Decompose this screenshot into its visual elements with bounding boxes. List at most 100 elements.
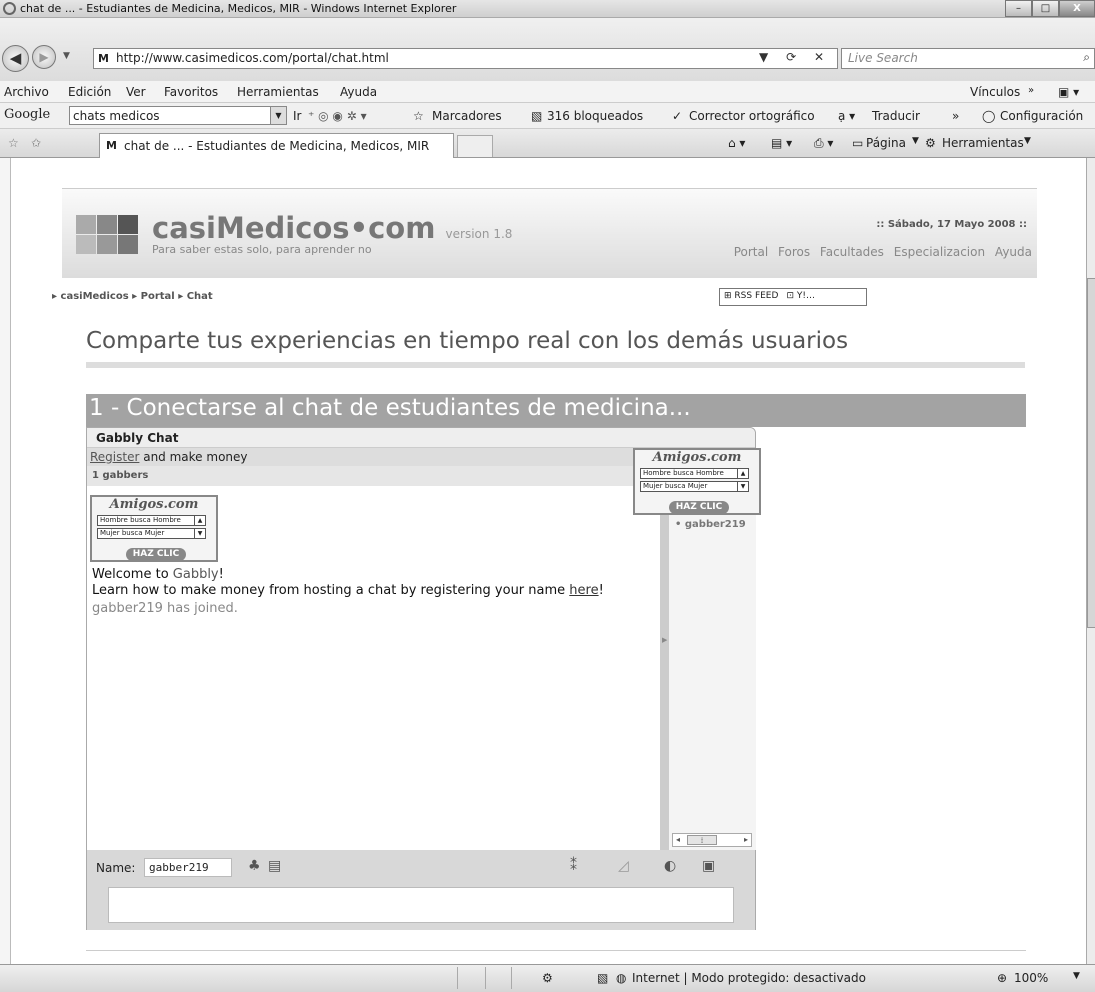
message-input[interactable] — [108, 887, 734, 923]
zoom-level[interactable]: 100% — [1014, 971, 1048, 985]
address-url: http://www.casimedicos.com/portal/chat.h… — [116, 51, 389, 65]
page-menu-dropdown-icon[interactable]: ▼ — [912, 136, 919, 146]
spellcheck-icon: ✓ — [672, 109, 683, 123]
panel-splitter[interactable]: ▶ — [660, 488, 669, 850]
splitter-arrow-icon[interactable]: ▶ — [662, 636, 667, 644]
print-icon[interactable]: ⎙ ▾ — [814, 136, 833, 151]
ad2-option-2[interactable]: Mujer busca Mujer ▼ — [640, 481, 749, 492]
amigos-ad-left[interactable]: Amigos.com Hombre busca Hombre ▲ Mujer bu… — [90, 495, 218, 562]
site-logo-icon[interactable] — [76, 215, 140, 255]
tools-gear-icon: ⚙ — [925, 136, 936, 150]
page-menu[interactable]: Página — [866, 136, 906, 150]
more-chevron-icon[interactable]: » — [952, 109, 959, 123]
scroll-left-icon[interactable]: ◂ — [676, 835, 680, 844]
status-sep — [457, 967, 458, 989]
address-field[interactable]: M http://www.casimedicos.com/portal/chat… — [93, 48, 838, 69]
spellcheck-button[interactable]: Corrector ortográfico — [689, 109, 815, 123]
security-zone[interactable]: Internet | Modo protegido: desactivado — [632, 971, 866, 985]
bookmarks-button[interactable]: Marcadores — [432, 109, 502, 123]
close-button[interactable]: X — [1059, 0, 1095, 17]
nav-ayuda[interactable]: Ayuda — [995, 245, 1032, 259]
google-query: chats medicos — [73, 109, 160, 123]
hscroll-thumb[interactable]: ⁞ — [687, 835, 717, 845]
settings-panel-icon[interactable]: ▤ — [268, 858, 281, 874]
live-search-input[interactable]: Live Search ⌕ — [841, 48, 1095, 69]
register-link[interactable]: Register — [90, 450, 139, 464]
nav-foros[interactable]: Foros — [778, 245, 810, 259]
google-query-dropdown-icon[interactable]: ▼ — [270, 107, 286, 124]
ie-icon — [3, 2, 16, 15]
history-dropdown-icon[interactable]: ▼ — [63, 51, 70, 61]
ad2-cta-button[interactable]: HAZ CLIC — [669, 501, 729, 514]
theme-toggle-icon[interactable]: ◐ — [664, 858, 676, 874]
links-chevron-icon[interactable]: » — [1028, 85, 1034, 96]
minimize-button[interactable]: – — [1005, 0, 1032, 17]
nav-portal[interactable]: Portal — [734, 245, 768, 259]
address-actions[interactable]: ▼ ⟳ ✕ — [759, 50, 831, 64]
rss-feed-badge[interactable]: ⊞ RSS FEED ⊡ Y!… — [719, 288, 867, 306]
scroll-right-icon[interactable]: ▸ — [744, 835, 748, 844]
breadcrumb-arrow-icon: ▸ — [52, 291, 61, 302]
zoom-icon: ⊕ — [997, 971, 1008, 985]
menu-favoritos[interactable]: Favoritos — [164, 85, 218, 99]
translate-button[interactable]: Traducir — [872, 109, 920, 123]
nav-especializacion[interactable]: Especializacion — [894, 245, 985, 259]
protected-mode-icon[interactable]: ▧ — [597, 971, 608, 985]
ad2-option-1[interactable]: Hombre busca Hombre ▲ — [640, 468, 749, 479]
amigos-ad-right[interactable]: Amigos.com Hombre busca Hombre ▲ Mujer bu… — [633, 448, 761, 515]
address-toolbar: ◀ ▶ ▼ M http://www.casimedicos.com/porta… — [0, 18, 1095, 81]
ad-cta-button[interactable]: HAZ CLIC — [126, 548, 186, 561]
security-icon[interactable]: ⚙ — [542, 971, 553, 985]
menu-herramientas[interactable]: Herramientas — [237, 85, 319, 99]
page-scroll-thumb[interactable] — [1087, 278, 1095, 628]
google-search-input[interactable]: chats medicos ▼ — [69, 106, 287, 125]
google-buttons-icons[interactable]: ⁺ ◎ ◉ ✲ ▾ — [308, 109, 367, 123]
name-input[interactable]: gabber219 — [144, 858, 232, 877]
site-favicon: M — [98, 52, 109, 65]
add-favorites-icon[interactable]: ✩ — [31, 136, 41, 150]
translate-icon[interactable]: ▣ ▾ — [1058, 85, 1079, 99]
nav-facultades[interactable]: Facultades — [820, 245, 884, 259]
yahoo-badge-icon[interactable]: ⊡ Y!… — [786, 291, 815, 301]
site-nav: Portal Foros Facultades Especializacion … — [728, 245, 1032, 259]
users-icon[interactable]: ♣ — [248, 858, 261, 874]
links-menu[interactable]: Vínculos — [970, 85, 1020, 99]
userlist-hscrollbar[interactable]: ◂ ⁞ ▸ — [672, 833, 752, 847]
menu-ver[interactable]: Ver — [126, 85, 146, 99]
forward-button[interactable]: ▶ — [32, 45, 56, 69]
search-icon[interactable]: ⌕ — [1083, 50, 1090, 65]
site-brand[interactable]: casiMedicos•com version 1.8 — [152, 211, 512, 245]
home-icon[interactable]: ⌂ ▾ — [728, 136, 745, 150]
ad-option-2[interactable]: Mujer busca Mujer ▼ — [97, 528, 206, 539]
settings-icon: ◯ — [982, 109, 996, 123]
zoom-dropdown-icon[interactable]: ▼ — [1073, 971, 1080, 981]
menu-edicion[interactable]: Edición — [68, 85, 111, 99]
site-header: casiMedicos•com version 1.8 Para saber e… — [62, 188, 1037, 278]
tools-menu[interactable]: Herramientas — [942, 136, 1024, 150]
popup-blocker-count[interactable]: 316 bloqueados — [547, 109, 643, 123]
page-scrollbar[interactable] — [1086, 158, 1095, 964]
menu-archivo[interactable]: Archivo — [4, 85, 49, 99]
footprints-icon[interactable]: ⁑ — [570, 858, 577, 874]
ad-option-1[interactable]: Hombre busca Hombre ▲ — [97, 515, 206, 526]
tab-active[interactable]: M chat de ... - Estudiantes de Medicina,… — [99, 133, 454, 158]
tools-menu-dropdown-icon[interactable]: ▼ — [1024, 136, 1031, 146]
back-button[interactable]: ◀ — [2, 45, 29, 72]
user-item[interactable]: • gabber219 — [675, 519, 746, 530]
breadcrumb-text[interactable]: casiMedicos ▸ Portal ▸ Chat — [61, 291, 213, 302]
clear-brush-icon[interactable]: ◿ — [618, 858, 629, 874]
new-tab-button[interactable] — [457, 135, 493, 157]
popout-window-icon[interactable]: ▣ — [702, 858, 715, 874]
feeds-icon[interactable]: ▤ ▾ — [771, 136, 792, 150]
chat-messages[interactable]: Amigos.com Hombre busca Hombre ▲ Mujer bu… — [87, 488, 660, 850]
google-toolbar: Google chats medicos ▼ Ir ⁺ ◎ ◉ ✲ ▾ ☆ Ma… — [0, 103, 1095, 129]
join-message: gabber219 has joined. — [92, 601, 238, 616]
google-go-button[interactable]: Ir — [293, 109, 301, 123]
menu-ayuda[interactable]: Ayuda — [340, 85, 377, 99]
brand-version: version 1.8 — [445, 227, 513, 241]
favorites-star-icon[interactable]: ☆ — [8, 136, 19, 150]
here-link[interactable]: here — [569, 583, 598, 598]
settings-button[interactable]: Configuración — [1000, 109, 1083, 123]
bookmarks-star-icon[interactable]: ☆ — [413, 109, 424, 123]
maximize-button[interactable]: □ — [1032, 0, 1059, 17]
